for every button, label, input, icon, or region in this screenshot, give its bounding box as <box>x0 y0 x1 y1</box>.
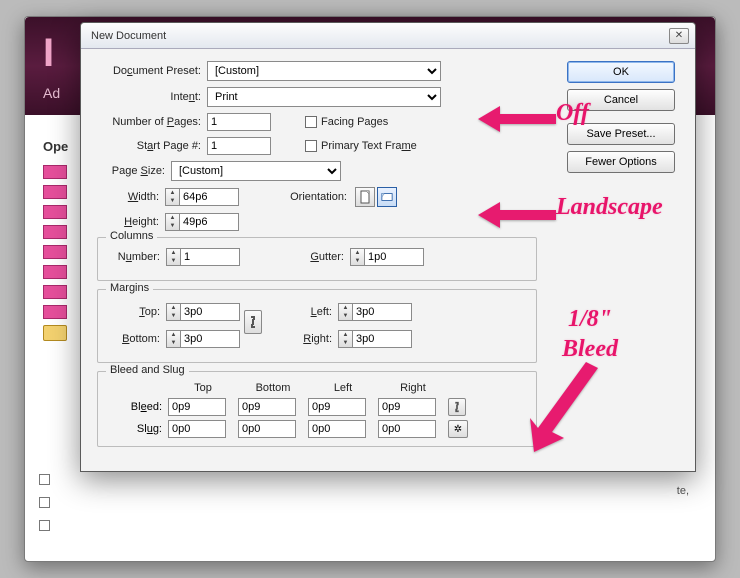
margin-left-input[interactable] <box>352 303 412 321</box>
margin-top-label: Top: <box>108 306 166 318</box>
document-preset-label: Document Preset: <box>97 65 207 77</box>
intent-select[interactable]: Print <box>207 87 441 107</box>
page-size-select[interactable]: [Custom] <box>171 161 341 181</box>
primary-text-frame-checkbox[interactable] <box>305 140 317 152</box>
margin-left-stepper[interactable]: ▲▼ <box>338 303 412 321</box>
app-vendor-text: Ad <box>43 85 60 101</box>
bleed-link-button[interactable] <box>448 398 466 416</box>
start-page-input[interactable] <box>207 137 271 155</box>
width-input[interactable] <box>179 188 239 206</box>
list-item <box>43 165 67 179</box>
slug-left-input[interactable] <box>308 420 366 438</box>
new-document-dialog: New Document ✕ Document Preset: [Custom]… <box>80 22 696 472</box>
margin-right-input[interactable] <box>352 330 412 348</box>
list-item <box>43 245 67 259</box>
height-stepper[interactable]: ▲▼ <box>165 213 239 231</box>
columns-legend: Columns <box>106 230 157 242</box>
list-item <box>43 305 67 319</box>
bs-col-left: Left <box>308 382 378 394</box>
dialog-titlebar[interactable]: New Document ✕ <box>81 23 695 49</box>
margin-right-label: Right: <box>266 333 338 345</box>
bleed-left-input[interactable] <box>308 398 366 416</box>
margin-top-input[interactable] <box>180 303 240 321</box>
columns-number-label: Number: <box>108 251 166 263</box>
margins-link-button[interactable] <box>244 310 262 334</box>
document-preset-select[interactable]: [Custom] <box>207 61 441 81</box>
checkbox <box>39 520 50 531</box>
margin-left-label: Left: <box>266 306 338 318</box>
fewer-options-button[interactable]: Fewer Options <box>567 151 675 173</box>
bleed-row-label: Bleed: <box>108 401 168 413</box>
bs-col-top: Top <box>168 382 238 394</box>
gutter-label: Gutter: <box>240 251 350 263</box>
number-of-pages-input[interactable] <box>207 113 271 131</box>
intent-label: Intent: <box>97 91 207 103</box>
start-page-label: Start Page #: <box>97 140 207 152</box>
list-item <box>43 205 67 219</box>
slug-top-input[interactable] <box>168 420 226 438</box>
margins-legend: Margins <box>106 282 153 294</box>
bleed-slug-group: Bleed and Slug Top Bottom Left Right Ble… <box>97 371 537 447</box>
number-of-pages-label: Number of Pages: <box>97 116 207 128</box>
margin-bottom-label: Bottom: <box>108 333 166 345</box>
gutter-input[interactable] <box>364 248 424 266</box>
orientation-portrait-button[interactable] <box>355 187 375 207</box>
orientation-landscape-button[interactable] <box>377 187 397 207</box>
list-item <box>43 185 67 199</box>
bg-heading: Ope <box>43 139 68 154</box>
width-stepper[interactable]: ▲▼ <box>165 188 239 206</box>
list-item <box>43 285 67 299</box>
height-label: Height: <box>115 216 165 228</box>
columns-number-input[interactable] <box>180 248 240 266</box>
primary-text-frame-label: Primary Text Frame <box>321 140 417 152</box>
columns-group: Columns Number: ▲▼ Gutter: ▲▼ <box>97 237 537 281</box>
facing-pages-label: Facing Pages <box>321 116 388 128</box>
recent-files-list <box>43 165 67 341</box>
list-item <box>43 265 67 279</box>
checkbox <box>39 497 50 508</box>
orientation-label: Orientation: <box>239 191 353 203</box>
slug-link-button[interactable]: ✲ <box>448 420 468 438</box>
facing-pages-checkbox[interactable] <box>305 116 317 128</box>
bleed-top-input[interactable] <box>168 398 226 416</box>
bg-text-fragment: te, <box>677 485 689 497</box>
app-logo: I <box>43 31 54 76</box>
dialog-title: New Document <box>91 30 669 42</box>
bs-col-right: Right <box>378 382 448 394</box>
save-preset-button[interactable]: Save Preset... <box>567 123 675 145</box>
bleed-bottom-input[interactable] <box>238 398 296 416</box>
ok-button[interactable]: OK <box>567 61 675 83</box>
margins-group: Margins Top: ▲▼ Left: ▲▼ Bottom: ▲▼ <box>97 289 537 363</box>
margin-bottom-stepper[interactable]: ▲▼ <box>166 330 240 348</box>
slug-bottom-input[interactable] <box>238 420 296 438</box>
bg-checkboxes <box>39 474 50 543</box>
gutter-stepper[interactable]: ▲▼ <box>350 248 424 266</box>
checkbox <box>39 474 50 485</box>
bleed-slug-legend: Bleed and Slug <box>106 364 189 376</box>
columns-number-stepper[interactable]: ▲▼ <box>166 248 240 266</box>
cancel-button[interactable]: Cancel <box>567 89 675 111</box>
margin-right-stepper[interactable]: ▲▼ <box>338 330 412 348</box>
bleed-right-input[interactable] <box>378 398 436 416</box>
margin-bottom-input[interactable] <box>180 330 240 348</box>
height-input[interactable] <box>179 213 239 231</box>
bs-col-bottom: Bottom <box>238 382 308 394</box>
folder-icon <box>43 325 67 341</box>
slug-right-input[interactable] <box>378 420 436 438</box>
list-item <box>43 225 67 239</box>
close-icon[interactable]: ✕ <box>669 28 689 44</box>
width-label: Width: <box>115 191 165 203</box>
margin-top-stepper[interactable]: ▲▼ <box>166 303 240 321</box>
page-size-label: Page Size: <box>97 165 171 177</box>
slug-row-label: Slug: <box>108 423 168 435</box>
